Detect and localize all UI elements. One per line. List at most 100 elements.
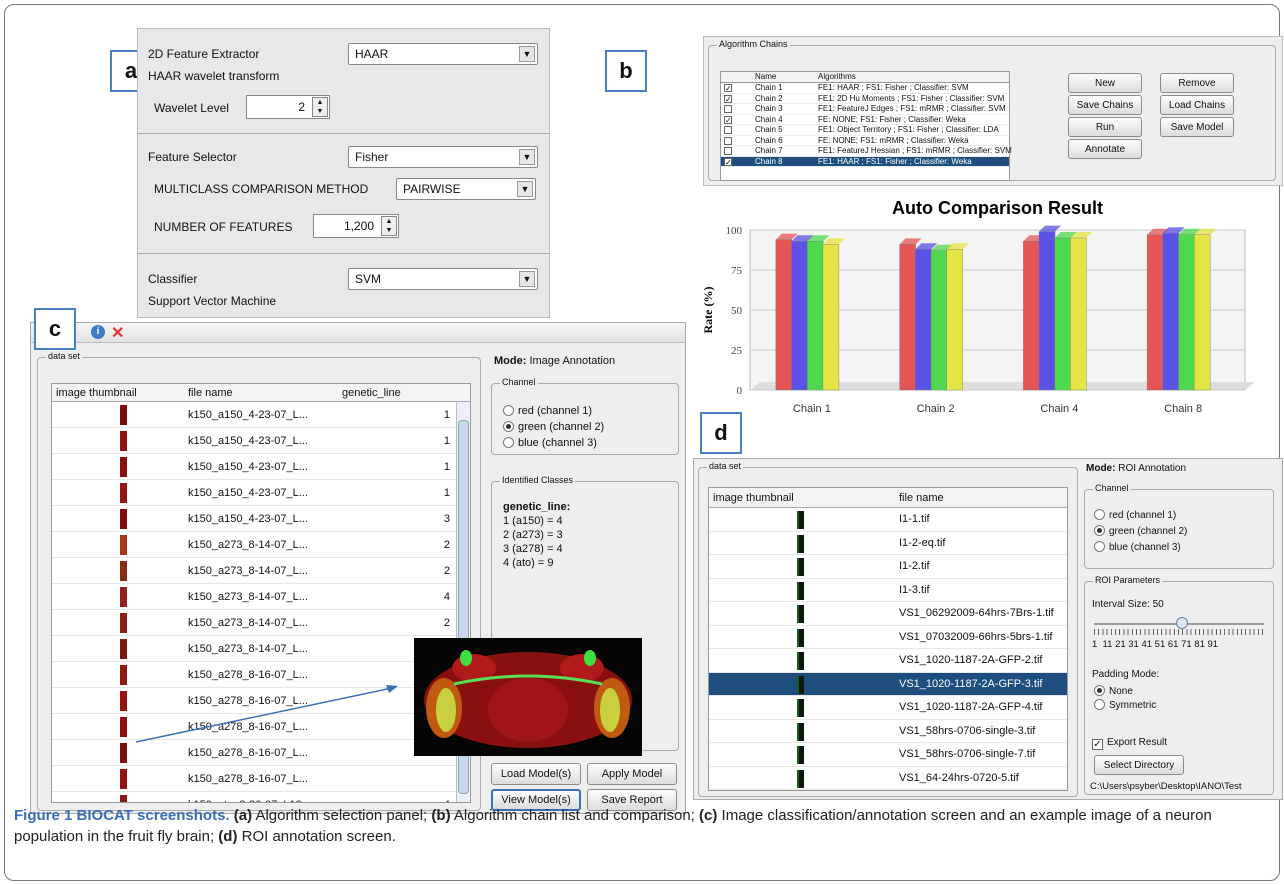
col-genetic-line: genetic_line: [342, 387, 401, 399]
remove-button[interactable]: Remove: [1160, 73, 1234, 93]
caption-c-tag: (c): [699, 807, 718, 824]
classifier-select[interactable]: SVM ▼: [348, 268, 538, 290]
select-directory-button[interactable]: Select Directory: [1094, 755, 1184, 775]
bar: [1054, 237, 1071, 391]
caption-d-text: ROI annotation screen.: [237, 828, 396, 845]
image-thumbnail: [797, 699, 804, 717]
channel-radio[interactable]: green (channel 2): [503, 421, 604, 433]
chain-row[interactable]: Chain 6 FE: NONE; FS1: mRMR ; Classifier:…: [721, 136, 1009, 146]
file-name: k150_a150_4-23-07_L...: [188, 461, 308, 473]
chain-name: Chain 8: [755, 156, 783, 166]
image-thumbnail: [797, 558, 804, 576]
list-item[interactable]: k150_a150_4-23-07_L... 1: [52, 480, 470, 506]
list-item[interactable]: k150_a273_8-14-07_L... 2: [52, 532, 470, 558]
chain-row[interactable]: Chain 5 FE1: Object Territory ; FS1: Fish…: [721, 125, 1009, 136]
interval-slider-thumb[interactable]: [1176, 617, 1188, 629]
list-item[interactable]: I1-1.tif: [709, 508, 1067, 532]
channel-radio[interactable]: red (channel 1): [1094, 509, 1176, 521]
chain-row[interactable]: Chain 7 FE1: FeatureJ Hessian ; FS1: mRMR…: [721, 146, 1012, 157]
list-item[interactable]: k150_a278_8-16-07_L...: [52, 766, 470, 792]
list-item[interactable]: k150_a150_4-23-07_L... 1: [52, 428, 470, 454]
list-item[interactable]: VS1_1020-1187-2A-GFP-2.tif: [709, 649, 1067, 673]
list-item[interactable]: VS1_1020-1187-2A-GFP-3.tif: [709, 672, 1067, 696]
list-item[interactable]: k150_a150_4-23-07_L... 1: [52, 402, 470, 428]
export-result-checkbox[interactable]: ✓ Export Result: [1092, 737, 1167, 750]
padding-radio[interactable]: None: [1094, 685, 1133, 697]
d-col-file-name: file name: [899, 492, 944, 504]
save-chains-button[interactable]: Save Chains: [1068, 95, 1142, 115]
spinner-arrows-icon[interactable]: ▲ ▼: [381, 216, 397, 236]
genetic-line-value: 2: [443, 565, 450, 577]
col-algorithms: Algorithms: [818, 72, 856, 81]
checkbox-checked-icon[interactable]: ✓: [724, 84, 732, 93]
bar: [1070, 237, 1087, 391]
checkbox-icon[interactable]: [724, 136, 732, 145]
list-item[interactable]: k150_a150_4-23-07_L... 3: [52, 506, 470, 532]
run-button[interactable]: Run: [1068, 117, 1142, 137]
mode-value: Image Annotation: [529, 355, 616, 367]
radio-icon: [1094, 699, 1105, 710]
info-icon[interactable]: i: [91, 325, 105, 339]
annotate-button[interactable]: Annotate: [1068, 139, 1142, 159]
file-name: k150_a150_4-23-07_L...: [188, 409, 308, 421]
chain-row[interactable]: ✓ Chain 1 FE1: HAAR ; FS1: Fisher ; Classi…: [721, 83, 1009, 94]
checkbox-checked-icon[interactable]: ✓: [724, 115, 732, 124]
list-item[interactable]: I1-2-eq.tif: [709, 532, 1067, 555]
image-thumbnail: [797, 722, 804, 741]
classes-heading: genetic_line:: [503, 501, 571, 513]
checkbox-checked-icon[interactable]: ✓: [724, 157, 732, 166]
features-spinner[interactable]: 1,200 ▲ ▼: [313, 214, 399, 238]
image-thumbnail: [120, 769, 127, 789]
file-name: k150_a278_8-16-07_L...: [188, 773, 308, 785]
chain-row[interactable]: Chain 3 FE1: FeatureJ Edges ; FS1: mRMR ;…: [721, 104, 1009, 115]
padding-radio[interactable]: Symmetric: [1094, 699, 1156, 711]
chain-row[interactable]: ✓ Chain 4 FE: NONE; FS1: Fisher ; Classifi…: [721, 115, 1009, 125]
checkbox-checked-icon: ✓: [1092, 739, 1103, 750]
extractor-select[interactable]: HAAR ▼: [348, 43, 538, 65]
list-item[interactable]: k150_a273_8-14-07_L... 4: [52, 584, 470, 610]
chain-row[interactable]: ✓ Chain 8 FE1: HAAR ; FS1: Fisher ; Classi…: [721, 156, 1009, 167]
channel-radio[interactable]: blue (channel 3): [503, 437, 597, 449]
checkbox-checked-icon[interactable]: ✓: [724, 94, 732, 103]
list-item[interactable]: VS1_64-24hrs-0720-5.tif: [709, 767, 1067, 790]
list-item[interactable]: VS1_07032009-66hrs-5brs-1.tif: [709, 626, 1067, 649]
image-thumbnail: [797, 581, 804, 600]
load-chains-button[interactable]: Load Chains: [1160, 95, 1234, 115]
apply-model-button[interactable]: Apply Model: [587, 763, 677, 785]
y-tick-label: 25: [731, 345, 743, 357]
list-item[interactable]: k150_a150_4-23-07_L... 1: [52, 454, 470, 480]
list-item[interactable]: k150_a273_8-14-07_L... 2: [52, 558, 470, 584]
list-item[interactable]: k150_ato_8-30-07_L18... 4: [52, 792, 470, 802]
close-icon[interactable]: ✕: [111, 323, 124, 343]
list-item[interactable]: VS1_58hrs-0706-single-3.tif: [709, 720, 1067, 743]
channel-radio[interactable]: green (channel 2): [1094, 525, 1187, 537]
list-item[interactable]: VS1_06292009-64hrs-7Brs-1.tif: [709, 602, 1067, 626]
new-button[interactable]: New: [1068, 73, 1142, 93]
panel-label-c: c: [34, 308, 76, 350]
roi-title: ROI Parameters: [1093, 575, 1163, 585]
checkbox-icon[interactable]: [724, 126, 732, 134]
list-item[interactable]: VS1_1020-1187-2A-GFP-4.tif: [709, 696, 1067, 720]
classifier-label: Classifier: [148, 272, 198, 286]
image-thumbnail: [120, 483, 127, 503]
classifier-section: Classifier SVM ▼ Support Vector Machine: [138, 254, 549, 319]
multiclass-select[interactable]: PAIRWISE ▼: [396, 178, 536, 200]
image-thumbnail: [797, 675, 804, 694]
channel-radio[interactable]: blue (channel 3): [1094, 541, 1181, 553]
load-models-button[interactable]: Load Model(s): [491, 763, 581, 785]
class-count: 1 (a150) = 4: [503, 515, 563, 527]
save-model-button[interactable]: Save Model: [1160, 117, 1234, 137]
list-item[interactable]: VS1_58hrs-0706-single-7.tif: [709, 743, 1067, 767]
selector-select[interactable]: Fisher ▼: [348, 146, 538, 168]
checkbox-icon[interactable]: [724, 147, 732, 155]
chart-title: Auto Comparison Result: [892, 198, 1103, 218]
spinner-arrows-icon[interactable]: ▲ ▼: [312, 97, 328, 117]
chain-row[interactable]: ✓ Chain 2 FE1: 2D Hu Moments ; FS1: Fisher…: [721, 94, 1009, 104]
channel-label: red (channel 1): [1109, 510, 1177, 521]
caption-b-tag: (b): [431, 807, 451, 824]
list-item[interactable]: I1-3.tif: [709, 579, 1067, 602]
checkbox-icon[interactable]: [724, 105, 732, 113]
list-item[interactable]: I1-2.tif: [709, 555, 1067, 579]
channel-radio[interactable]: red (channel 1): [503, 405, 592, 417]
wavelet-level-spinner[interactable]: 2 ▲ ▼: [246, 95, 330, 119]
